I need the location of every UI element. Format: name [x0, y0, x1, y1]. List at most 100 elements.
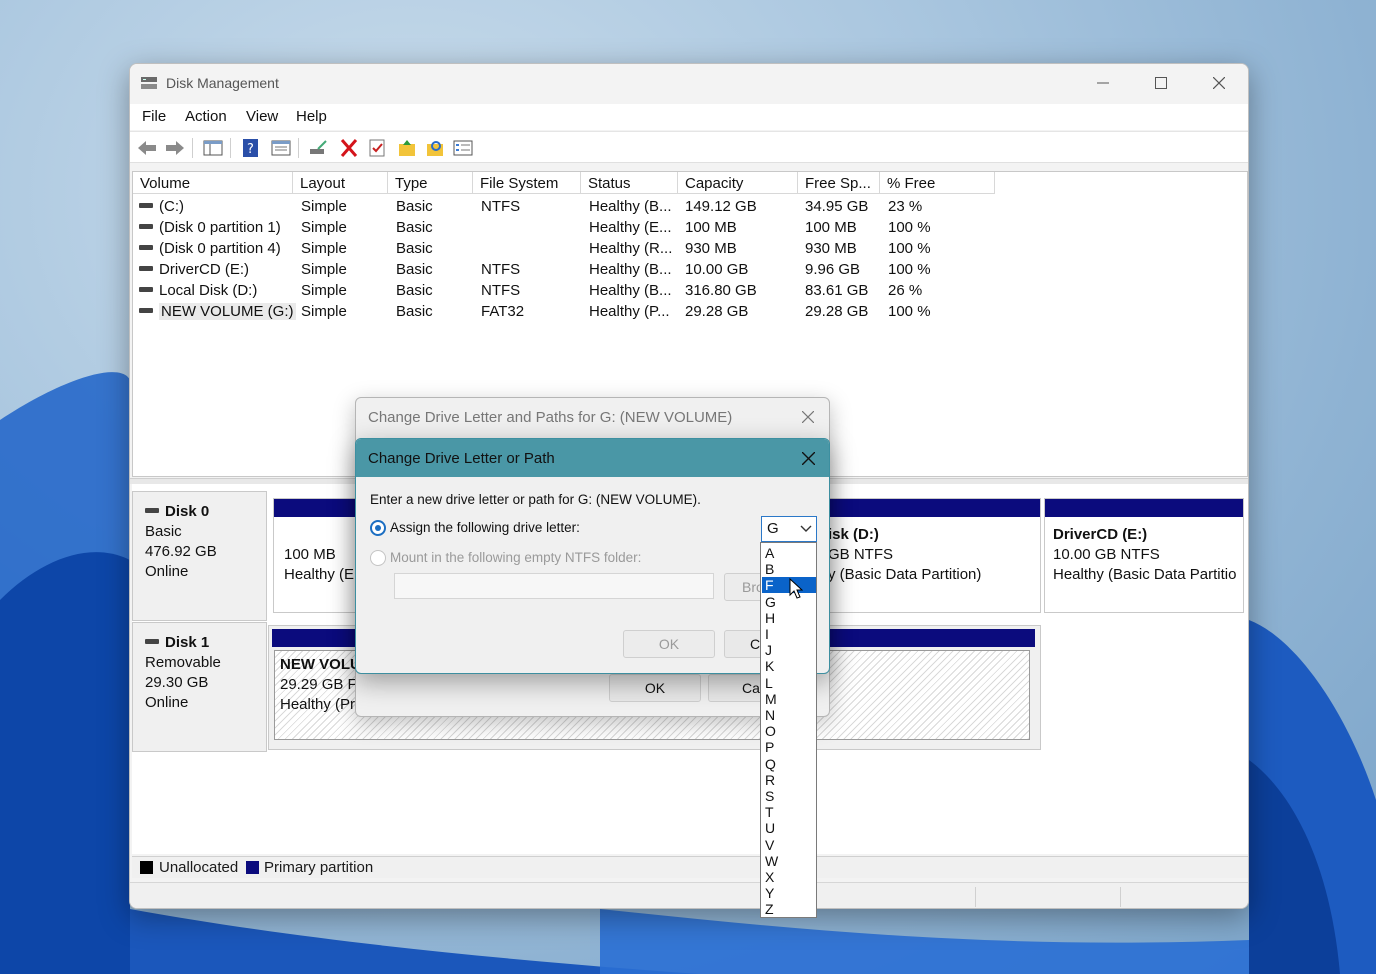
forward-arrow-icon[interactable]	[164, 138, 186, 158]
close-icon	[1213, 77, 1225, 89]
legend-bar: Unallocated Primary partition	[132, 856, 1248, 878]
capacity-cell: 29.28 GB	[685, 303, 749, 320]
assign-letter-label[interactable]: Assign the following drive letter:	[390, 520, 580, 535]
column-header-capacity[interactable]: Capacity	[678, 172, 798, 194]
primary-partition-swatch	[246, 861, 259, 874]
column-header-free-space[interactable]: Free Sp...	[798, 172, 880, 194]
settings-list-icon[interactable]	[452, 138, 474, 158]
drive-letter-option-y[interactable]: Y	[762, 885, 816, 901]
disk-management-icon	[141, 77, 157, 89]
disk-1-size: 29.30 GB	[145, 674, 209, 691]
drive-letter-option-v[interactable]: V	[762, 837, 816, 853]
free-space-cell: 930 MB	[805, 240, 857, 257]
drive-letter-option-q[interactable]: Q	[762, 756, 816, 772]
disk-1-type: Removable	[145, 654, 221, 671]
partition-drivercd-e-text: DriverCD (E:) 10.00 GB NTFS Healthy (Bas…	[1053, 525, 1239, 585]
back-arrow-icon[interactable]	[136, 138, 158, 158]
ok-button[interactable]: OK	[609, 674, 701, 702]
disk-1-label[interactable]: Disk 1 Removable 29.30 GB Online	[132, 622, 267, 752]
help-icon[interactable]: ?	[240, 138, 262, 158]
disk-0-name: Disk 0	[145, 502, 254, 522]
maximize-button[interactable]	[1132, 64, 1190, 102]
unallocated-swatch	[140, 861, 153, 874]
drive-letter-option-s[interactable]: S	[762, 788, 816, 804]
menu-action[interactable]: Action	[185, 108, 227, 125]
free-space-cell: 34.95 GB	[805, 198, 869, 215]
column-header-percent-free[interactable]: % Free	[880, 172, 995, 194]
drive-letter-option-x[interactable]: X	[762, 869, 816, 885]
partition-local-disk-d-size: GB NTFS	[828, 546, 894, 563]
drive-letter-option-h[interactable]: H	[762, 610, 816, 626]
volume-name: Local Disk (D:)	[159, 282, 258, 299]
drive-letter-option-j[interactable]: J	[762, 642, 816, 658]
folder-path-input[interactable]	[394, 573, 714, 599]
partition-local-disk-d[interactable]: isk (D:) GB NTFS y (Basic Data Partition…	[827, 498, 1041, 613]
drive-letter-option-o[interactable]: O	[762, 723, 816, 739]
drive-letter-combobox[interactable]: G	[761, 516, 817, 542]
table-row[interactable]: (Disk 0 partition 4) Simple Basic Health…	[133, 239, 1247, 260]
disk-1-status: Online	[145, 694, 189, 711]
mount-folder-radio[interactable]	[370, 550, 386, 566]
column-header-volume[interactable]: Volume	[133, 172, 293, 194]
folder-up-icon[interactable]	[396, 138, 418, 158]
menu-view[interactable]: View	[246, 108, 278, 125]
column-header-type[interactable]: Type	[388, 172, 473, 194]
dialog-close-button[interactable]	[788, 398, 828, 436]
volume-name-cell: (Disk 0 partition 4)	[139, 239, 281, 259]
dialog-close-button[interactable]	[788, 439, 828, 477]
selected-drive-letter: G	[767, 520, 779, 537]
drive-letter-option-r[interactable]: R	[762, 772, 816, 788]
capacity-cell: 100 MB	[685, 219, 737, 236]
minimize-button[interactable]	[1074, 64, 1132, 102]
drive-letter-option-b[interactable]: B	[762, 561, 816, 577]
toolbar: ?	[130, 131, 1248, 163]
status-cell: Healthy (E...	[589, 219, 672, 236]
drive-letter-option-z[interactable]: Z	[762, 901, 816, 917]
connect-disk-icon[interactable]	[308, 138, 330, 158]
assign-letter-radio[interactable]	[370, 520, 386, 536]
drive-letter-option-n[interactable]: N	[762, 707, 816, 723]
drive-letter-option-a[interactable]: A	[762, 545, 816, 561]
table-row-selected[interactable]: NEW VOLUME (G:) Simple Basic FAT32 Healt…	[133, 302, 1247, 323]
console-tree-icon[interactable]	[202, 138, 224, 158]
drive-letter-option-k[interactable]: K	[762, 658, 816, 674]
partition-efi-text: 100 MB Healthy (EF	[284, 545, 363, 585]
drive-letter-option-w[interactable]: W	[762, 853, 816, 869]
mount-folder-label: Mount in the following empty NTFS folder…	[390, 550, 642, 565]
file-system-cell: NTFS	[481, 198, 521, 215]
table-row[interactable]: Local Disk (D:) Simple Basic NTFS Health…	[133, 281, 1247, 302]
column-header-file-system[interactable]: File System	[473, 172, 581, 194]
drive-letter-option-p[interactable]: P	[762, 739, 816, 755]
properties-view-icon[interactable]	[270, 138, 292, 158]
mouse-cursor-icon	[789, 578, 803, 599]
ok-button[interactable]: OK	[623, 630, 715, 658]
dialog-title: Change Drive Letter and Paths for G: (NE…	[368, 409, 733, 426]
drive-letter-option-m[interactable]: M	[762, 691, 816, 707]
delete-icon[interactable]	[338, 138, 360, 158]
drive-letter-option-u[interactable]: U	[762, 820, 816, 836]
disk-0-status: Online	[145, 563, 189, 580]
browse-button[interactable]: Bro	[724, 573, 764, 601]
title-bar[interactable]: Disk Management	[130, 64, 1248, 102]
drive-icon	[139, 223, 153, 229]
folder-search-icon[interactable]	[424, 138, 446, 158]
layout-cell: Simple	[301, 303, 347, 320]
partition-efi[interactable]: 100 MB Healthy (EF	[273, 498, 363, 613]
drive-letter-option-t[interactable]: T	[762, 804, 816, 820]
cancel-button[interactable]: C	[724, 630, 764, 658]
disk-0-label[interactable]: Disk 0 Basic 476.92 GB Online	[132, 491, 267, 621]
menu-file[interactable]: File	[142, 108, 166, 125]
table-row[interactable]: (Disk 0 partition 1) Simple Basic Health…	[133, 218, 1247, 239]
column-header-layout[interactable]: Layout	[293, 172, 388, 194]
partition-drivercd-e[interactable]: DriverCD (E:) 10.00 GB NTFS Healthy (Bas…	[1044, 498, 1244, 613]
checklist-icon[interactable]	[366, 138, 388, 158]
menu-help[interactable]: Help	[296, 108, 327, 125]
table-row[interactable]: (C:) Simple Basic NTFS Healthy (B... 149…	[133, 197, 1247, 218]
close-button[interactable]	[1190, 64, 1248, 102]
dialog-header[interactable]: Change Drive Letter or Path	[356, 439, 829, 477]
column-header-status[interactable]: Status	[581, 172, 678, 194]
percent-free-cell: 100 %	[888, 219, 931, 236]
table-row[interactable]: DriverCD (E:) Simple Basic NTFS Healthy …	[133, 260, 1247, 281]
drive-letter-option-i[interactable]: I	[762, 626, 816, 642]
drive-letter-option-l[interactable]: L	[762, 675, 816, 691]
